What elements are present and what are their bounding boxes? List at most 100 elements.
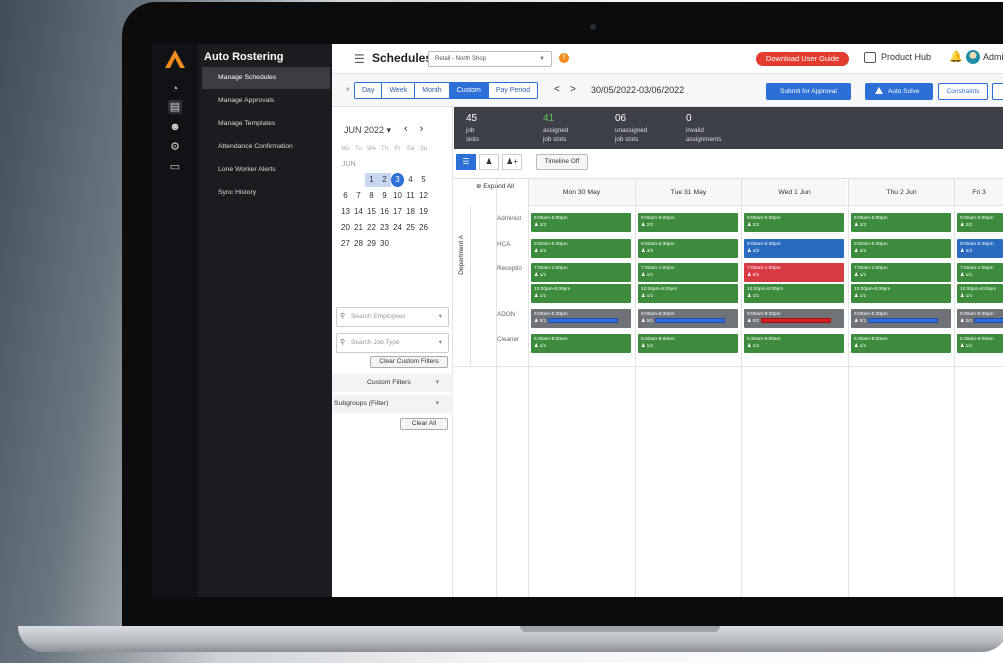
timeline-toggle-button[interactable]: Timeline Off: [536, 154, 588, 170]
shift-cell[interactable]: 9:00am-5:30pm ♟ 0/1: [957, 309, 1003, 328]
shift-cell[interactable]: 7:00am-1:00pm ♟ 1/1: [851, 263, 951, 282]
calendar-day[interactable]: 10: [391, 189, 404, 203]
calendar-day[interactable]: 21: [352, 221, 365, 235]
calendar-day[interactable]: 5: [417, 173, 430, 187]
shift-cell[interactable]: 12:00pm-8:00pm ♟ 1/1: [531, 284, 631, 303]
shift-cell[interactable]: 5:30am-8:00am ♟ 1/1: [744, 334, 844, 353]
app-logo-icon[interactable]: [165, 50, 185, 68]
calendar-day[interactable]: 17: [391, 205, 404, 219]
shift-cell[interactable]: 9:00am-5:30pm ♟ 3/3: [531, 239, 631, 258]
users-icon[interactable]: ☻: [168, 120, 182, 134]
search-jobtype-input[interactable]: ⚲ Search Job Type ▾: [336, 333, 449, 353]
calendar-day[interactable]: 12: [417, 189, 430, 203]
submit-for-approval-button[interactable]: Submit for Approval: [766, 83, 851, 100]
nav-item-manage-schedules[interactable]: Manage Schedules: [202, 67, 330, 89]
shift-cell[interactable]: 9:00am-5:00pm ♟ 2/2: [851, 213, 951, 232]
nav-item-manage-approvals[interactable]: Manage Approvals: [202, 90, 330, 112]
shift-cell[interactable]: 9:00am-5:00pm ♟ 2/2: [744, 213, 844, 232]
next-range-button[interactable]: >: [570, 84, 576, 95]
nav-item-sync-history[interactable]: Sync History: [202, 182, 330, 204]
shift-cell[interactable]: 5:30am-8:00am ♟ 1/1: [638, 334, 738, 353]
shift-cell[interactable]: 7:00am-1:00pm ♟ 1/1: [638, 263, 738, 282]
download-guide-button[interactable]: Download User Guide: [756, 52, 849, 66]
calendar-day[interactable]: 11: [404, 189, 417, 203]
shift-cell[interactable]: 5:30am-8:00am ♟ 1/1: [957, 334, 1003, 353]
clear-custom-filters-button[interactable]: Clear Custom Filters: [370, 356, 448, 368]
calendar-month-select[interactable]: JUN 2022 ▾: [344, 125, 391, 136]
list-view-icon[interactable]: ☰: [456, 154, 476, 170]
shift-cell[interactable]: 7:00am-1:00pm ♟ 1/1: [957, 263, 1003, 282]
product-hub-link[interactable]: Product Hub: [881, 52, 931, 62]
calendar-nav[interactable]: ‹›: [404, 123, 435, 135]
calendar-day[interactable]: 13: [339, 205, 352, 219]
shop-select[interactable]: Retail - North Shop ▼: [428, 51, 552, 67]
avatar[interactable]: [966, 50, 980, 64]
constraints-button[interactable]: Constraints: [938, 83, 988, 100]
unfilled-slot-bar[interactable]: [548, 318, 619, 324]
shift-cell[interactable]: 12:00pm-8:00pm ♟ 1/1: [744, 284, 844, 303]
view-custom-button[interactable]: Custom: [449, 83, 489, 98]
calendar-day[interactable]: 18: [404, 205, 417, 219]
unfilled-slot-bar[interactable]: [868, 318, 939, 324]
custom-filters-toggle[interactable]: Custom Filters ▾: [332, 374, 453, 392]
calendar-day[interactable]: 22: [365, 221, 378, 235]
shift-cell[interactable]: 7:00am-1:00pm ♟ 1/1: [531, 263, 631, 282]
add-person-icon[interactable]: ♟+: [502, 154, 522, 170]
gear-icon[interactable]: ⚙: [168, 140, 182, 154]
person-icon[interactable]: ♟: [479, 154, 499, 170]
calendar-day[interactable]: 27: [339, 237, 352, 251]
calendar-day[interactable]: 28: [352, 237, 365, 251]
calendar-day[interactable]: 16: [378, 205, 391, 219]
collapse-panel-button[interactable]: «: [346, 86, 350, 93]
shift-cell[interactable]: 12:00pm-8:00pm ♟ 1/1: [638, 284, 738, 303]
shift-cell[interactable]: 9:00am-5:30pm ♟ 3/3: [851, 239, 951, 258]
calendar-day[interactable]: 4: [404, 173, 417, 187]
bell-icon[interactable]: 🔔: [949, 50, 963, 63]
calendar-day[interactable]: 25: [404, 221, 417, 235]
unfilled-slot-bar[interactable]: [655, 318, 726, 324]
user-label[interactable]: Admin: [983, 52, 1003, 62]
warning-icon[interactable]: !: [559, 53, 569, 63]
view-week-button[interactable]: Week: [382, 83, 416, 98]
shift-cell[interactable]: 9:00am-5:30pm ♟ 3/3: [638, 239, 738, 258]
shift-cell[interactable]: 9:00am-5:30pm ♟ 0/1: [851, 309, 951, 328]
shift-cell[interactable]: 9:00am-5:30pm ♟ 4/3: [957, 239, 1003, 258]
calendar-day[interactable]: 2: [378, 173, 391, 187]
shift-cell[interactable]: 9:00am-5:00pm ♟ 2/2: [638, 213, 738, 232]
calendar-day[interactable]: 9: [378, 189, 391, 203]
calendar-day[interactable]: 26: [417, 221, 430, 235]
expand-all-button[interactable]: ⊕ Expand All: [476, 182, 514, 190]
calendar-day[interactable]: 7: [352, 189, 365, 203]
gauge-icon[interactable]: ◔: [168, 82, 182, 96]
hamburger-icon[interactable]: ☰: [354, 52, 365, 66]
calendar-day[interactable]: 29: [365, 237, 378, 251]
nav-item-attendance-confirmation[interactable]: Attendance Confirmation: [202, 136, 330, 158]
shift-cell[interactable]: 12:00pm-8:00pm ♟ 1/1: [957, 284, 1003, 303]
subgroups-filter-toggle[interactable]: Subgroups (Filter) ▾: [332, 395, 453, 413]
unfilled-slot-bar[interactable]: [761, 318, 832, 324]
shift-cell[interactable]: 5:30am-8:00am ♟ 1/1: [851, 334, 951, 353]
calendar-day[interactable]: 30: [378, 237, 391, 251]
calendar-day[interactable]: 19: [417, 205, 430, 219]
view-day-button[interactable]: Day: [355, 83, 383, 98]
calendar-day[interactable]: 1: [365, 173, 378, 187]
shift-cell[interactable]: 7:00am-1:00pm ♟ 0/1: [744, 263, 844, 282]
calendar-day[interactable]: 14: [352, 205, 365, 219]
shift-cell[interactable]: 9:00am-5:00pm ♟ 2/2: [957, 213, 1003, 232]
calendar-day[interactable]: 8: [365, 189, 378, 203]
search-employees-input[interactable]: ⚲ Search Employees ▾: [336, 307, 449, 327]
view-pay-period-button[interactable]: Pay Period: [488, 83, 538, 98]
view-month-button[interactable]: Month: [415, 83, 450, 98]
folder-icon[interactable]: ▭: [168, 160, 182, 174]
calendar-day[interactable]: 15: [365, 205, 378, 219]
calendar-day[interactable]: 24: [391, 221, 404, 235]
calendar-day[interactable]: 20: [339, 221, 352, 235]
unfilled-slot-bar[interactable]: [974, 318, 1003, 324]
calendar-day-selected[interactable]: 3: [391, 173, 404, 187]
shift-cell[interactable]: 12:00pm-8:00pm ♟ 1/1: [851, 284, 951, 303]
calendar-day[interactable]: 23: [378, 221, 391, 235]
shift-cell[interactable]: 9:00am-5:30pm ♟ 0/1: [638, 309, 738, 328]
shift-cell[interactable]: 9:00am-5:00pm ♟ 2/2: [531, 213, 631, 232]
shift-cell[interactable]: 9:00am-5:30pm ♟ 4/3: [744, 239, 844, 258]
shift-cell[interactable]: 9:00am-5:30pm ♟ 0/1: [531, 309, 631, 328]
